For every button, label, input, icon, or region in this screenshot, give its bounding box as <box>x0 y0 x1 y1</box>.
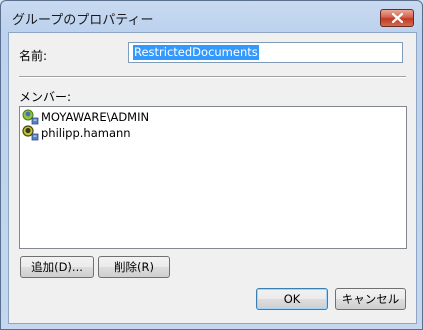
cancel-button[interactable]: キャンセル <box>335 288 406 310</box>
user-icon <box>22 125 39 141</box>
member-list[interactable]: MOYAWARE\ADMIN philipp.hamann <box>19 106 407 249</box>
dialog-title: グループのプロパティー <box>12 13 154 28</box>
list-item[interactable]: philipp.hamann <box>22 125 131 141</box>
member-name: philipp.hamann <box>41 126 131 140</box>
user-icon <box>22 109 39 125</box>
title-bar[interactable]: グループのプロパティー <box>1 1 422 33</box>
close-button[interactable] <box>380 9 414 27</box>
add-member-button[interactable]: 追加(D)... <box>20 256 94 278</box>
close-icon <box>392 13 403 23</box>
group-properties-dialog: グループのプロパティー 名前: RestrictedDocuments メンバー… <box>0 0 423 330</box>
dialog-body: 名前: RestrictedDocuments メンバー: MOYAWARE\A… <box>8 32 417 324</box>
divider <box>19 76 406 78</box>
remove-member-button[interactable]: 削除(R) <box>98 256 170 278</box>
member-name: MOYAWARE\ADMIN <box>41 110 150 124</box>
group-name-input[interactable]: RestrictedDocuments <box>128 42 403 63</box>
group-name-value: RestrictedDocuments <box>133 45 259 60</box>
list-item[interactable]: MOYAWARE\ADMIN <box>22 109 149 125</box>
members-label: メンバー: <box>19 90 72 104</box>
name-label: 名前: <box>19 49 48 63</box>
ok-button[interactable]: OK <box>256 288 328 310</box>
